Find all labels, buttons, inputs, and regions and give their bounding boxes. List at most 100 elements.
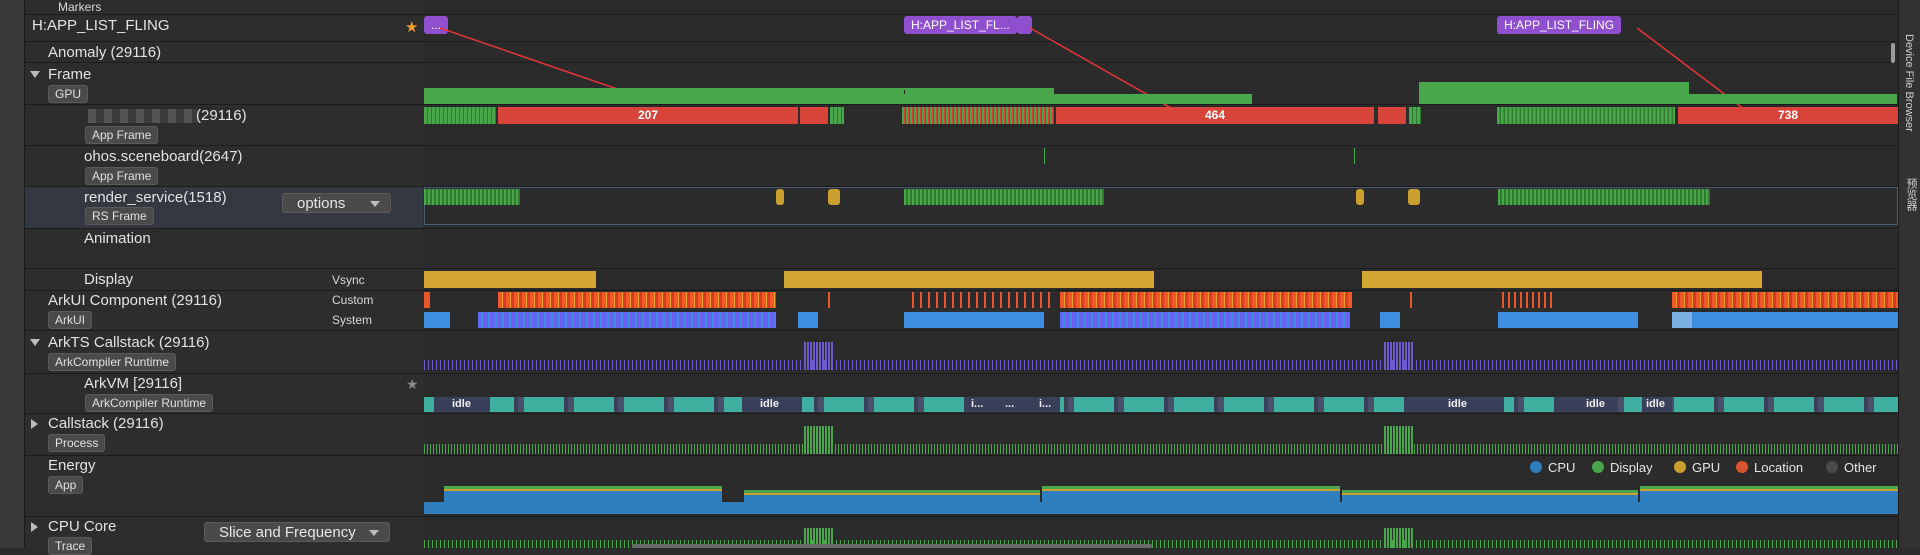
arkui-custom[interactable]: [498, 292, 776, 308]
sceneboard-frame[interactable]: [1354, 148, 1355, 164]
callstack-title: Callstack (29116): [48, 415, 164, 432]
arkvm-label: idle: [760, 398, 779, 410]
system-label: System: [332, 313, 373, 327]
arkui-custom[interactable]: [1060, 292, 1352, 308]
chevron-down-icon: [369, 530, 379, 536]
frame-expand-icon[interactable]: [30, 71, 40, 78]
arkvm-label: idle: [1646, 398, 1665, 410]
legend-label: Other: [1844, 460, 1877, 475]
horizontal-scrollbar[interactable]: [632, 544, 1152, 548]
display-title: Display: [84, 271, 134, 288]
gpu-frame-area: [842, 94, 1252, 104]
frame-title: Frame: [48, 66, 92, 83]
arkui-system[interactable]: [1380, 312, 1400, 328]
app-frame-green[interactable]: [830, 107, 844, 124]
arkui-title: ArkUI Component (29116): [48, 292, 222, 309]
gpu-frame-area: [1689, 94, 1897, 104]
arkui-custom[interactable]: [1672, 292, 1898, 308]
app-frame-green[interactable]: [902, 107, 1054, 124]
rs-frame-yellow[interactable]: [1408, 189, 1420, 205]
slice-frequency-dropdown[interactable]: Slice and Frequency: [204, 522, 390, 542]
arkui-custom[interactable]: [1502, 292, 1552, 308]
cpu-badge: Trace: [48, 537, 93, 555]
arkui-system[interactable]: [1672, 312, 1898, 328]
gpu-frame-area: [1419, 82, 1689, 104]
app-frame-green[interactable]: [1497, 107, 1675, 124]
arkvm-label: i...: [971, 398, 984, 410]
energy-title: Energy: [48, 457, 96, 474]
arkui-system[interactable]: [1060, 312, 1350, 328]
cpu-expand-icon[interactable]: [31, 522, 38, 532]
slice-frequency-label: Slice and Frequency: [219, 524, 356, 541]
rs-frame[interactable]: [424, 189, 520, 205]
arkts-badge: ArkCompiler Runtime: [48, 353, 177, 371]
rs-frame[interactable]: [1498, 189, 1710, 205]
app-frame-value: 207: [637, 108, 659, 122]
callstack-expand-icon[interactable]: [31, 419, 38, 429]
arkts-activity[interactable]: [424, 360, 1898, 370]
energy-segment[interactable]: [744, 490, 1040, 514]
arkts-spike[interactable]: [804, 342, 834, 370]
cpu-dot: [1530, 461, 1542, 473]
app-frame-green[interactable]: [424, 107, 496, 124]
options-label: options: [297, 195, 346, 212]
arkts-spike[interactable]: [1384, 342, 1414, 370]
energy-badge: App: [48, 476, 84, 494]
arkts-title: ArkTS Callstack (29116): [48, 334, 210, 351]
arkui-custom[interactable]: [424, 292, 430, 308]
arkvm-idle[interactable]: [1554, 397, 1614, 412]
anomaly-title: Anomaly (29116): [48, 44, 162, 61]
cpu-spike[interactable]: [1384, 528, 1414, 548]
process-spike[interactable]: [1384, 426, 1414, 454]
vsync-bar[interactable]: [784, 271, 1154, 288]
legend-other: Other: [1826, 460, 1877, 475]
star-icon[interactable]: ★: [406, 376, 419, 393]
frame-badge: GPU: [48, 85, 89, 103]
animation-title: Animation: [84, 230, 151, 247]
arkui-system[interactable]: [1498, 312, 1638, 328]
legend-label: CPU: [1548, 460, 1576, 475]
app-frame-green[interactable]: [1409, 107, 1421, 124]
process-activity[interactable]: [424, 444, 1898, 454]
energy-segment[interactable]: [1640, 486, 1898, 514]
arkui-system[interactable]: [798, 312, 818, 328]
rs-frame-yellow[interactable]: [776, 189, 784, 205]
arkvm-label: idle: [1586, 398, 1605, 410]
options-dropdown[interactable]: options: [282, 193, 391, 213]
energy-segment[interactable]: [1342, 490, 1638, 514]
legend-label: Location: [1754, 460, 1804, 475]
sceneboard-frame[interactable]: [1044, 148, 1045, 164]
sceneboard-badge: App Frame: [85, 167, 159, 185]
app-frame-red[interactable]: [800, 107, 828, 124]
gpu-dot: [1674, 461, 1686, 473]
arkui-system[interactable]: [478, 312, 776, 328]
arkui-system[interactable]: [424, 312, 450, 328]
app-title: (29116): [196, 107, 247, 124]
arkui-system[interactable]: [904, 312, 1044, 328]
arkvm-bar[interactable]: [424, 397, 1898, 412]
legend-location: Location: [1736, 460, 1803, 475]
legend-gpu: GPU: [1674, 460, 1720, 475]
legend-display: Display: [1592, 460, 1653, 475]
arkui-custom[interactable]: [1410, 292, 1412, 308]
process-spike[interactable]: [804, 426, 834, 454]
energy-segment[interactable]: [444, 486, 722, 514]
arkvm-label: idle: [1448, 398, 1467, 410]
arkui-custom[interactable]: [912, 292, 1052, 308]
arkvm-badge: ArkCompiler Runtime: [85, 394, 214, 412]
render-title: render_service(1518): [84, 189, 227, 206]
rs-frame[interactable]: [904, 189, 1104, 205]
app-frame-red[interactable]: [1378, 107, 1406, 124]
rs-frame-yellow[interactable]: [828, 189, 840, 205]
vsync-bar[interactable]: [424, 271, 596, 288]
sceneboard-title: ohos.sceneboard(2647): [84, 148, 243, 165]
callstack-badge: Process: [48, 434, 106, 452]
arkui-custom[interactable]: [828, 292, 830, 308]
vsync-bar[interactable]: [1362, 271, 1762, 288]
arkts-expand-icon[interactable]: [30, 339, 40, 346]
arkvm-label: ...: [1005, 398, 1015, 410]
energy-segment[interactable]: [1042, 486, 1340, 514]
rs-frame-yellow[interactable]: [1356, 189, 1364, 205]
legend-cpu: CPU: [1530, 460, 1575, 475]
vertical-scrollbar[interactable]: [1891, 43, 1895, 63]
